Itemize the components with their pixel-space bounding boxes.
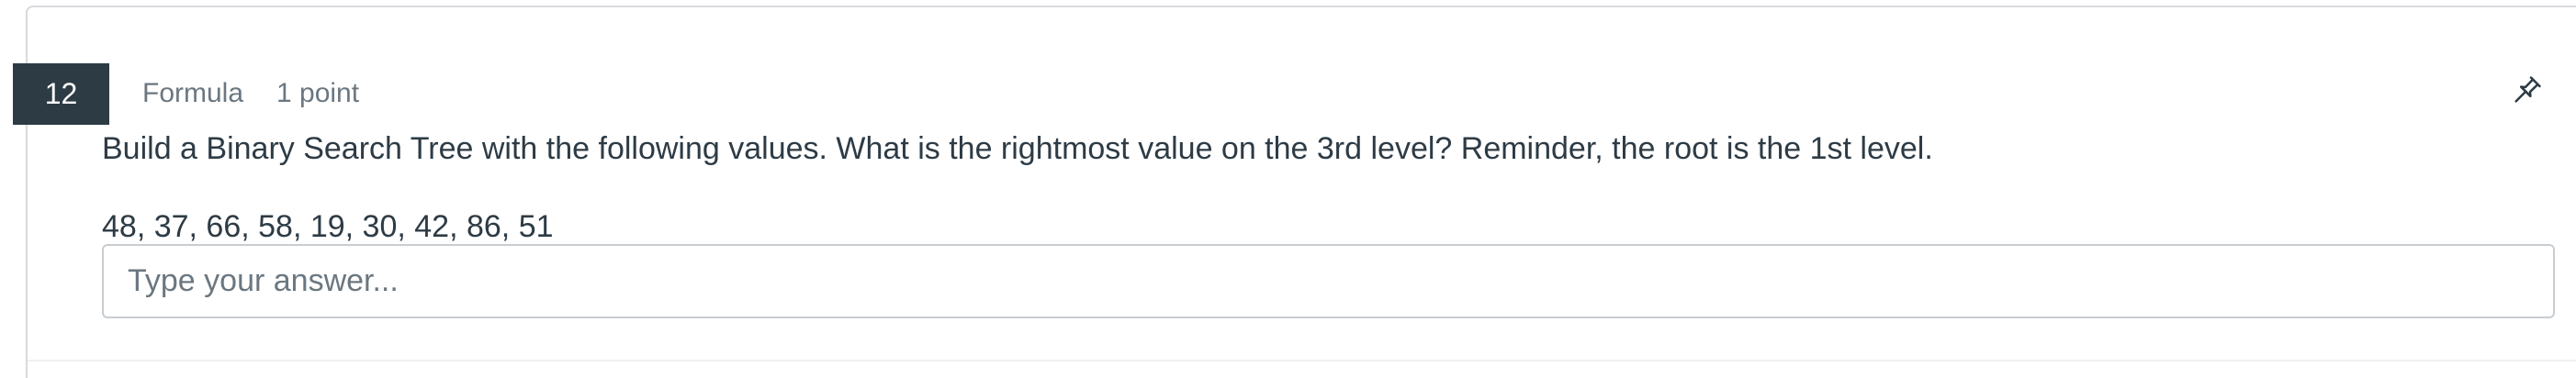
question-points-label: 1 point (276, 78, 360, 108)
question-card-divider (28, 360, 2576, 361)
question-text: Build a Binary Search Tree with the foll… (102, 131, 1933, 166)
question-type-label: Formula (142, 78, 244, 108)
quiz-page: 12 Formula 1 point Build a Binary Search… (0, 0, 2576, 378)
answer-input[interactable] (102, 244, 2555, 318)
pin-question-button[interactable] (2507, 72, 2548, 112)
question-values: 48, 37, 66, 58, 19, 30, 42, 86, 51 (102, 209, 554, 244)
question-card (26, 6, 2576, 378)
question-number-badge: 12 (13, 63, 109, 125)
pin-icon (2510, 72, 2545, 112)
